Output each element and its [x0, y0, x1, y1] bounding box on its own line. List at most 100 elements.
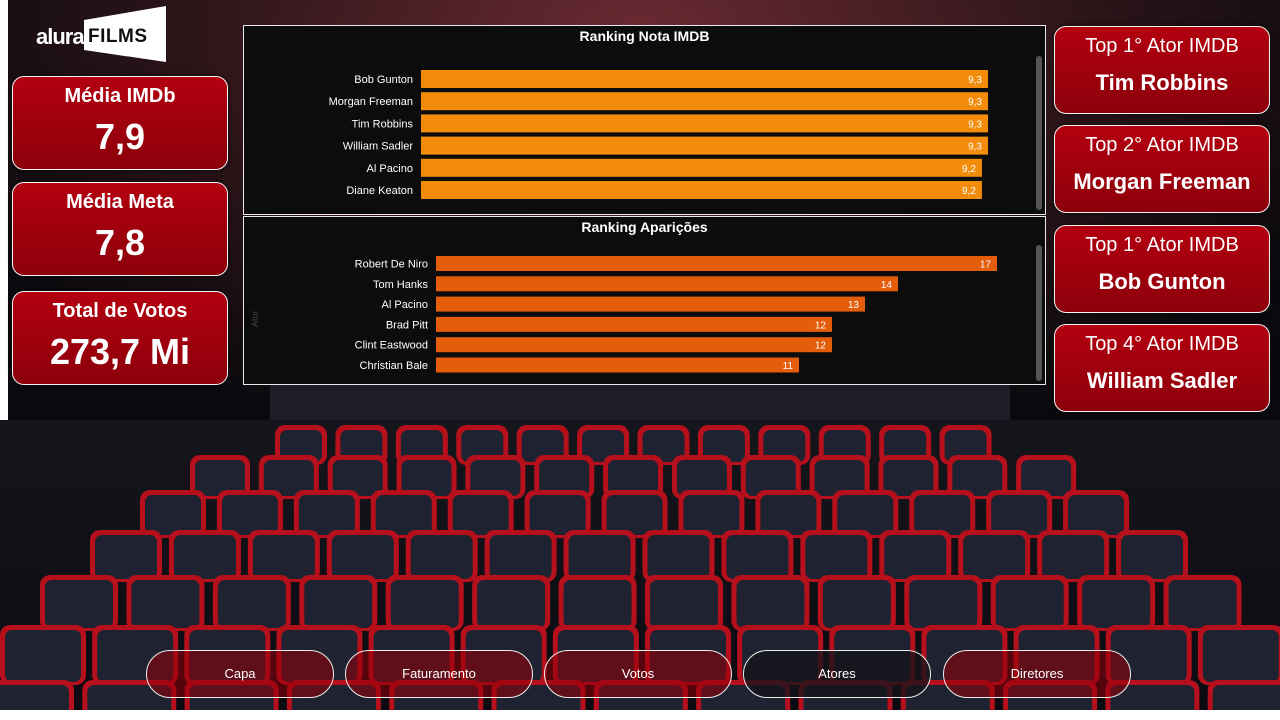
chart-scrollbar[interactable] [1036, 56, 1042, 210]
top-actor-title: Top 1° Ator IMDB [1085, 234, 1239, 256]
cinema-seat [990, 575, 1069, 631]
kpi-title: Total de Votos [52, 300, 188, 322]
chart-bar[interactable] [421, 70, 988, 88]
kpi-card-total-votos: Total de Votos 273,7 Mi [12, 291, 228, 385]
top-actor-name: Morgan Freeman [1073, 169, 1251, 194]
chart-data-label: 9,3 [968, 97, 982, 108]
chart-data-label: 12 [815, 320, 827, 331]
cinema-seat [247, 530, 320, 582]
top-actor-title: Top 2° Ator IMDB [1085, 134, 1239, 156]
top-actor-card-2: Top 2° Ator IMDB Morgan Freeman [1054, 125, 1270, 213]
chart-ranking-nota-imdb: Bob Gunton 9,3 Morgan Freeman 9,3 Tim Robbin… [243, 25, 1046, 215]
cinema-seat [326, 530, 399, 582]
nav-button-votos[interactable]: Votos [544, 650, 732, 698]
chart-category-label: Christian Bale [360, 360, 428, 372]
cinema-seat [642, 530, 715, 582]
chart-ranking-nota-imdb-svg: Bob Gunton 9,3 Morgan Freeman 9,3 Tim Robbin… [329, 70, 988, 199]
kpi-value: 7,9 [94, 116, 146, 157]
chart-category-label: Brad Pitt [386, 319, 428, 331]
nav-button-diretores[interactable]: Diretores [943, 650, 1131, 698]
cinema-seat [385, 575, 464, 631]
logo-product: FILMS [88, 26, 148, 47]
chart-data-label: 9,2 [962, 186, 976, 197]
cinema-seat [1037, 530, 1110, 582]
cinema-seat [721, 530, 794, 582]
chart-data-label: 14 [881, 280, 893, 291]
chart-ranking-aparicoes: Robert De Niro 17 Tom Hanks 14 Al Pacino 13 Br… [243, 216, 1046, 385]
chart-data-label: 9,3 [968, 75, 982, 86]
top-actor-name: William Sadler [1086, 368, 1238, 393]
cinema-seat [212, 575, 291, 631]
nav-button-capa[interactable]: Capa [146, 650, 334, 698]
cinema-seat [168, 530, 241, 582]
chart-bar[interactable] [436, 256, 997, 271]
top-actor-name: Bob Gunton [1098, 269, 1226, 294]
cinema-seat [0, 625, 86, 685]
cinema-seat [405, 530, 478, 582]
top-actor-card-3: Top 1° Ator IMDB Bob Gunton [1054, 225, 1270, 313]
cinema-seat [1077, 575, 1156, 631]
chart-category-label: Clint Eastwood [355, 340, 428, 352]
chart-bar[interactable] [421, 158, 982, 177]
cinema-seat [299, 575, 378, 631]
cinema-seat [558, 575, 637, 631]
chart-bar[interactable] [421, 181, 982, 199]
chart-category-label: William Sadler [343, 141, 414, 153]
chart-data-label: 17 [980, 260, 992, 271]
cinema-seat [879, 530, 952, 582]
chart-scrollbar[interactable] [1036, 245, 1042, 381]
chart-bar[interactable] [421, 114, 988, 133]
chart-title: Ranking Aparições [581, 219, 708, 235]
cinema-seat [90, 530, 162, 582]
chart-data-label: 9,3 [968, 142, 982, 153]
chart-bar[interactable] [436, 337, 832, 353]
chart-bar[interactable] [421, 92, 988, 111]
chart-bar[interactable] [436, 296, 865, 312]
chart-axis-title: Ator [250, 310, 260, 327]
kpi-value: 7,8 [94, 222, 146, 263]
chart-category-label: Bob Gunton [354, 74, 413, 86]
chart-bar[interactable] [421, 136, 988, 155]
chart-data-label: 13 [848, 300, 860, 311]
chart-category-label: Diane Keaton [346, 185, 413, 197]
chart-category-label: Tom Hanks [373, 279, 429, 291]
kpi-title: Média Meta [66, 191, 174, 213]
alura-films-logo: alura FILMS [36, 6, 166, 62]
top-actor-card-1: Top 1° Ator IMDB Tim Robbins [1054, 26, 1270, 114]
chart-ranking-aparicoes-svg: Robert De Niro 17 Tom Hanks 14 Al Pacino 13 Br… [355, 256, 997, 373]
chart-bar[interactable] [436, 316, 832, 332]
chart-title: Ranking Nota IMDB [579, 28, 710, 44]
cinema-seat [472, 575, 551, 631]
nav-button-atores[interactable]: Atores [743, 650, 931, 698]
kpi-value: 273,7 Mi [49, 331, 191, 372]
chart-category-label: Tim Robbins [352, 118, 414, 130]
cinema-seat [800, 530, 873, 582]
top-actor-title: Top 4° Ator IMDB [1085, 333, 1239, 355]
chart-category-label: Robert De Niro [355, 259, 428, 271]
kpi-card-media-meta: Média Meta 7,8 [12, 182, 228, 276]
top-actor-title: Top 1° Ator IMDB [1085, 35, 1239, 57]
top-actor-name: Tim Robbins [1095, 70, 1229, 95]
cinema-seat [731, 575, 810, 631]
kpi-card-media-imdb: Média IMDb 7,9 [12, 76, 228, 170]
cinema-seat [1163, 575, 1242, 631]
logo-brand: alura [36, 24, 85, 49]
cinema-seat [126, 575, 205, 631]
chart-category-label: Al Pacino [367, 163, 413, 175]
chart-data-label: 12 [815, 341, 827, 352]
chart-data-label: 9,3 [968, 119, 982, 130]
cinema-seat [817, 575, 896, 631]
cinema-seat [484, 530, 557, 582]
chart-bar[interactable] [436, 357, 799, 373]
nav-button-faturamento[interactable]: Faturamento [345, 650, 533, 698]
chart-category-label: Al Pacino [382, 299, 428, 311]
cinema-seat [40, 575, 118, 631]
cinema-seat [958, 530, 1031, 582]
cinema-seat [1197, 625, 1280, 685]
kpi-title: Média IMDb [64, 85, 176, 107]
top-actor-card-4: Top 4° Ator IMDB William Sadler [1054, 324, 1270, 412]
chart-bar[interactable] [436, 276, 898, 292]
cinema-seat [563, 530, 636, 582]
cinema-seat [645, 575, 723, 631]
chart-category-label: Morgan Freeman [329, 96, 413, 108]
